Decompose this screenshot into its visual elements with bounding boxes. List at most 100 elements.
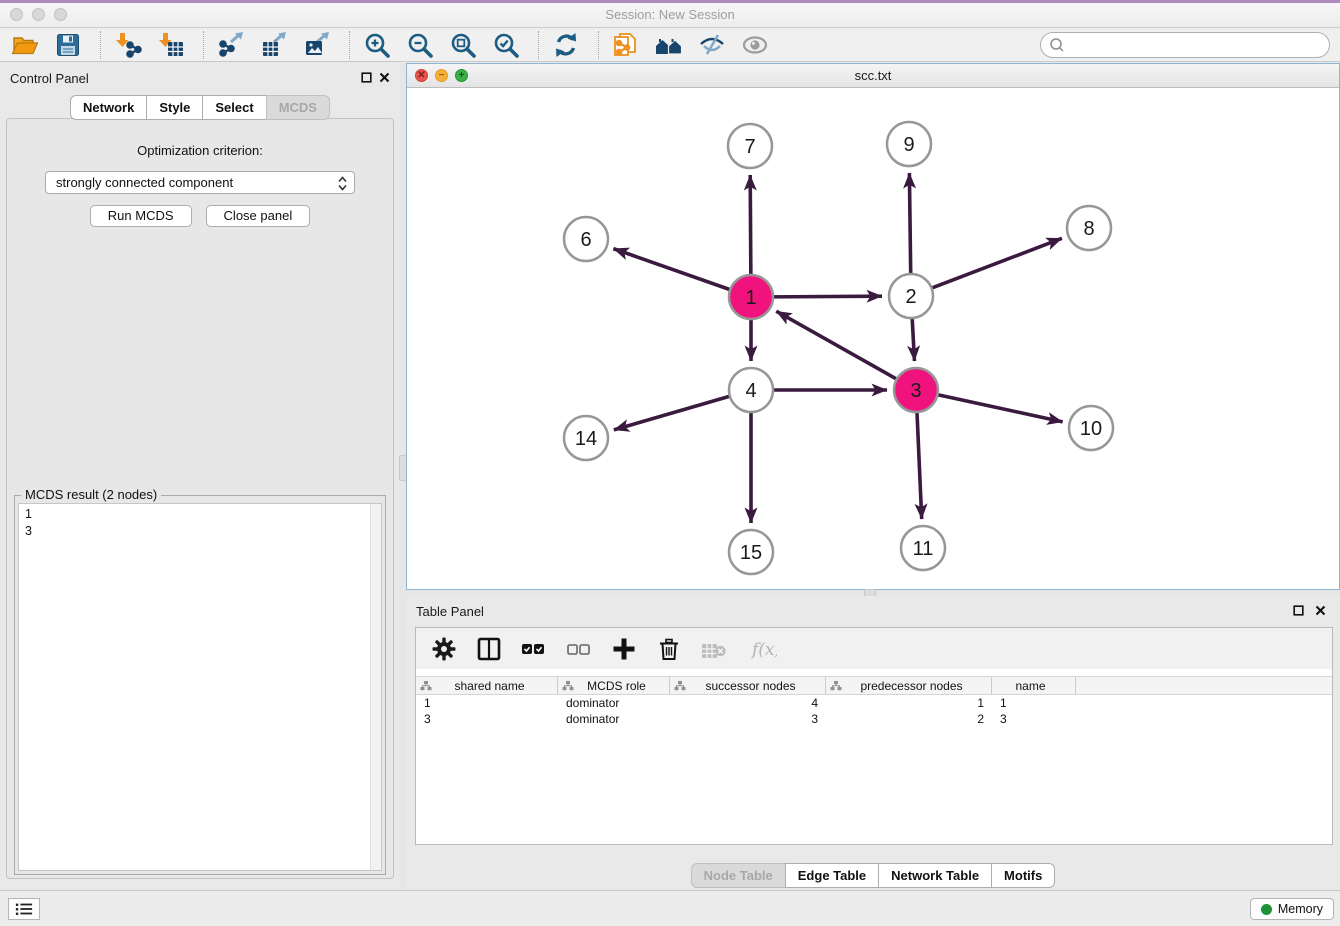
table-row[interactable]: 1dominator411 <box>416 695 1332 711</box>
table-cell[interactable]: 3 <box>670 711 826 727</box>
node-14[interactable]: 14 <box>564 416 608 460</box>
show-hidden-button[interactable] <box>740 31 770 59</box>
close-panel-icon[interactable] <box>379 72 390 83</box>
node-2[interactable]: 2 <box>889 274 933 318</box>
node-6[interactable]: 6 <box>564 217 608 261</box>
result-scrollbar[interactable] <box>370 504 381 870</box>
svg-text:2: 2 <box>905 286 916 308</box>
refresh-button[interactable] <box>551 31 581 59</box>
task-history-button[interactable] <box>8 898 40 920</box>
edge-3-1[interactable] <box>776 311 898 380</box>
float-panel-icon[interactable] <box>361 72 372 83</box>
node-8[interactable]: 8 <box>1067 206 1111 250</box>
mcds-result-lines: 13 <box>19 504 381 542</box>
add-row-button[interactable] <box>611 635 637 663</box>
table-cell[interactable]: 4 <box>670 695 826 711</box>
control-tab-select[interactable]: Select <box>202 95 266 120</box>
svg-text:9: 9 <box>903 134 914 156</box>
table-cell[interactable]: dominator <box>558 695 670 711</box>
save-session-button[interactable] <box>53 31 83 59</box>
gear-button[interactable] <box>431 635 457 663</box>
control-panel-tabbar: NetworkStyleSelectMCDS <box>0 95 400 120</box>
table-cell[interactable]: 3 <box>992 711 1076 727</box>
edge-1-7[interactable] <box>750 175 751 277</box>
node-9[interactable]: 9 <box>887 122 931 166</box>
control-tab-network[interactable]: Network <box>70 95 147 120</box>
node-1[interactable]: 1 <box>729 275 773 319</box>
control-tab-mcds[interactable]: MCDS <box>266 95 330 120</box>
column-sort-icon <box>674 680 686 692</box>
column-header-shared-name[interactable]: shared name <box>416 677 558 694</box>
edge-2-3[interactable] <box>912 316 914 361</box>
first-neighbors-button[interactable] <box>654 31 684 59</box>
control-tab-style[interactable]: Style <box>146 95 203 120</box>
select-all-rows-button[interactable] <box>521 635 547 663</box>
zoom-fit-icon <box>449 31 477 59</box>
import-table-button[interactable] <box>156 31 186 59</box>
table-cell[interactable]: 1 <box>992 695 1076 711</box>
column-header-MCDS-role[interactable]: MCDS role <box>558 677 670 694</box>
table-tab-motifs[interactable]: Motifs <box>991 863 1055 888</box>
memory-button[interactable]: Memory <box>1250 898 1334 920</box>
import-network-button[interactable] <box>113 31 143 59</box>
node-11[interactable]: 11 <box>901 526 945 570</box>
select-all-rows-icon <box>521 636 547 662</box>
network-canvas[interactable]: 7 9 6 8 1 2 4 3 14 10 15 11 <box>407 89 1339 589</box>
node-15[interactable]: 15 <box>729 530 773 574</box>
zoom-out-button[interactable] <box>405 31 435 59</box>
table-tab-network-table[interactable]: Network Table <box>878 863 992 888</box>
zoom-fit-button[interactable] <box>448 31 478 59</box>
table-row[interactable]: 3dominator323 <box>416 711 1332 727</box>
close-table-panel-icon[interactable] <box>1315 605 1326 616</box>
run-mcds-button[interactable]: Run MCDS <box>90 205 192 227</box>
close-panel-button[interactable]: Close panel <box>206 205 311 227</box>
new-network-from-selection-button[interactable] <box>611 31 641 59</box>
table-cell[interactable]: 1 <box>826 695 992 711</box>
export-table-button[interactable] <box>259 31 289 59</box>
node-3[interactable]: 3 <box>894 368 938 412</box>
toolbar-separator <box>203 31 204 59</box>
node-table: shared nameMCDS rolesuccessor nodesprede… <box>416 676 1332 727</box>
edge-2-8[interactable] <box>930 238 1062 289</box>
table-tab-edge-table[interactable]: Edge Table <box>785 863 879 888</box>
column-header-successor-nodes[interactable]: successor nodes <box>670 677 826 694</box>
deselect-all-rows-button[interactable] <box>566 635 592 663</box>
open-file-button[interactable] <box>10 31 40 59</box>
dropdown-spinner-icon <box>338 176 347 197</box>
zoom-selected-button[interactable] <box>491 31 521 59</box>
hide-selected-button[interactable] <box>697 31 727 59</box>
zoom-in-button[interactable] <box>362 31 392 59</box>
column-header-predecessor-nodes[interactable]: predecessor nodes <box>826 677 992 694</box>
split-pane-button[interactable] <box>476 635 502 663</box>
network-window-titlebar[interactable]: ✕ − + scc.txt <box>407 64 1339 88</box>
criterion-dropdown[interactable]: strongly connected component <box>45 171 355 194</box>
edge-1-6[interactable] <box>613 249 732 291</box>
edge-3-10[interactable] <box>936 394 1063 422</box>
table-cell[interactable]: dominator <box>558 711 670 727</box>
edge-2-9[interactable] <box>909 173 910 276</box>
mcds-panel-body: Optimization criterion: strongly connect… <box>6 118 394 879</box>
column-header-name[interactable]: name <box>992 677 1076 694</box>
edge-3-11[interactable] <box>917 410 922 519</box>
column-header-label: shared name <box>432 679 557 693</box>
network-graph[interactable]: 7 9 6 8 1 2 4 3 14 10 15 11 <box>407 89 1339 589</box>
svg-text:14: 14 <box>575 428 597 450</box>
gear-icon <box>431 636 457 662</box>
export-network-button[interactable] <box>216 31 246 59</box>
edge-4-14[interactable] <box>614 396 732 430</box>
export-image-button[interactable] <box>302 31 332 59</box>
table-tab-node-table[interactable]: Node Table <box>691 863 786 888</box>
table-cell[interactable]: 3 <box>416 711 558 727</box>
node-4[interactable]: 4 <box>729 368 773 412</box>
node-7[interactable]: 7 <box>728 124 772 168</box>
mcds-result-list[interactable]: 13 <box>18 503 382 871</box>
node-10[interactable]: 10 <box>1069 406 1113 450</box>
float-table-panel-icon[interactable] <box>1293 605 1304 616</box>
edge-1-2[interactable] <box>771 296 882 297</box>
search-input[interactable] <box>1066 35 1329 55</box>
table-cell[interactable]: 2 <box>826 711 992 727</box>
search-box[interactable] <box>1040 32 1330 58</box>
delete-rows-button[interactable] <box>656 635 682 663</box>
svg-text:1: 1 <box>745 287 756 309</box>
table-cell[interactable]: 1 <box>416 695 558 711</box>
